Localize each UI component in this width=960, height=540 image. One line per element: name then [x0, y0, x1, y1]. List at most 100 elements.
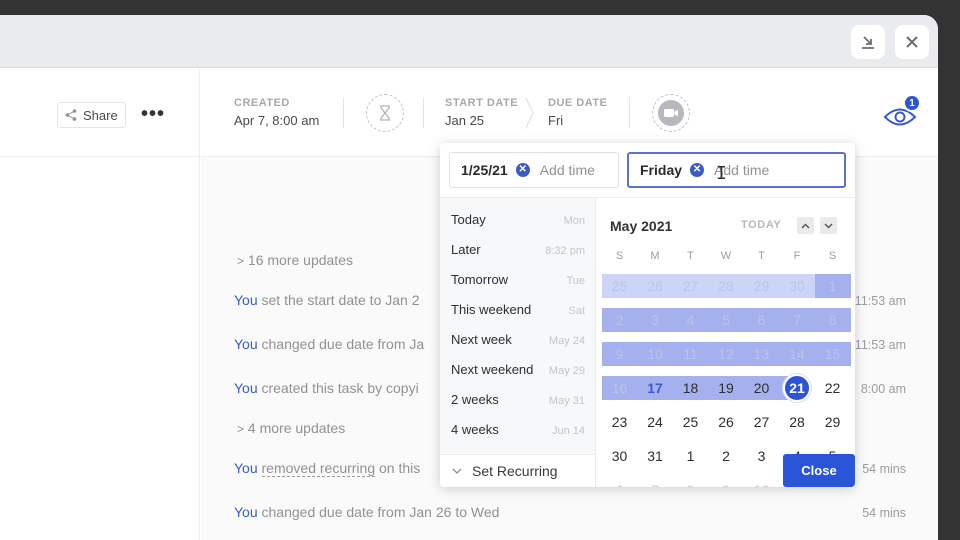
calendar-day[interactable]: 25	[673, 410, 708, 434]
set-recurring-toggle[interactable]: Set Recurring	[440, 454, 596, 487]
calendar-day[interactable]: 29	[815, 410, 850, 434]
activity-actor[interactable]: You	[234, 292, 258, 308]
calendar-day[interactable]: 21	[780, 376, 815, 400]
calendar-day[interactable]: 9	[602, 342, 637, 366]
calendar-day[interactable]: 10	[744, 478, 779, 487]
close-picker-button[interactable]: Close	[783, 454, 855, 487]
clear-due-date-icon[interactable]: ✕	[690, 163, 705, 177]
quick-option-hint: Sat	[568, 305, 585, 317]
activity-text: created this task by copyi	[257, 380, 419, 396]
quick-option[interactable]: Tomorrow Tue	[451, 272, 585, 287]
activity-actor[interactable]: You	[234, 504, 258, 520]
quick-option[interactable]: This weekend Sat	[451, 302, 585, 317]
activity-time: 54 mins	[862, 506, 906, 520]
quick-option[interactable]: 2 weeks May 31	[451, 392, 585, 407]
calendar-day[interactable]: 9	[709, 478, 744, 487]
calendar-day[interactable]: 22	[815, 376, 850, 400]
quick-option-hint: Tue	[566, 275, 585, 287]
time-tracker-button[interactable]	[366, 94, 404, 132]
calendar-day[interactable]: 12	[709, 342, 744, 366]
next-month-button[interactable]	[820, 217, 837, 234]
share-button[interactable]: Share	[57, 102, 126, 128]
calendar-day[interactable]: 31	[638, 444, 673, 468]
quick-option[interactable]: Next weekend May 29	[451, 362, 585, 377]
quick-option-hint: 8:32 pm	[545, 245, 585, 257]
activity-actor[interactable]: You	[234, 336, 258, 352]
calendar-day[interactable]: 15	[815, 342, 850, 366]
hourglass-icon	[380, 105, 390, 121]
calendar-day[interactable]: 6	[602, 478, 637, 487]
activity-link[interactable]: removed recurring	[261, 460, 376, 477]
calendar-day[interactable]: 6	[744, 308, 779, 332]
calendar-day[interactable]: 18	[673, 376, 708, 400]
quick-option-hint: Mon	[563, 215, 585, 227]
close-window-button[interactable]	[895, 25, 929, 59]
quick-option-label: This weekend	[451, 302, 532, 317]
quick-option[interactable]: Today Mon	[451, 212, 585, 227]
more-options-button[interactable]: •••	[141, 102, 165, 126]
calendar-day[interactable]: 17	[638, 376, 673, 400]
calendar-day[interactable]: 2	[709, 444, 744, 468]
calendar-day[interactable]: 14	[780, 342, 815, 366]
calendar-day[interactable]: 11	[673, 342, 708, 366]
calendar-day[interactable]: 27	[744, 410, 779, 434]
more-updates-toggle[interactable]: > 16 more updates	[237, 252, 353, 268]
start-date-value[interactable]: Jan 25	[445, 113, 484, 128]
due-date-input[interactable]: Friday ✕ Add time	[627, 152, 846, 188]
calendar-day[interactable]: 5	[709, 308, 744, 332]
due-date-value[interactable]: Fri	[548, 113, 563, 128]
calendar-day[interactable]: 26	[709, 410, 744, 434]
calendar-day[interactable]: 28	[780, 410, 815, 434]
calendar-day[interactable]: 8	[673, 478, 708, 487]
calendar-day[interactable]: 4	[673, 308, 708, 332]
video-record-button[interactable]	[652, 94, 690, 132]
calendar-day[interactable]: 3	[638, 308, 673, 332]
calendar-day[interactable]: 7	[780, 308, 815, 332]
calendar-day[interactable]: 26	[638, 274, 673, 298]
calendar-day[interactable]: 13	[744, 342, 779, 366]
calendar-day[interactable]: 24	[638, 410, 673, 434]
calendar-day[interactable]: 1	[815, 274, 850, 298]
calendar-day[interactable]: 2	[602, 308, 637, 332]
watchers-count-badge: 1	[903, 94, 921, 112]
calendar-day[interactable]: 19	[709, 376, 744, 400]
chevron-down-icon	[824, 223, 833, 228]
calendar-day[interactable]: 30	[602, 444, 637, 468]
quick-option-label: 2 weeks	[451, 392, 499, 407]
calendar-day[interactable]: 29	[744, 274, 779, 298]
calendar-day[interactable]: 30	[780, 274, 815, 298]
chevron-right-icon	[525, 97, 534, 129]
today-button[interactable]: TODAY	[741, 219, 781, 231]
calendar-day[interactable]: 3	[744, 444, 779, 468]
calendar-day[interactable]: 8	[815, 308, 850, 332]
quick-option[interactable]: Next week May 24	[451, 332, 585, 347]
calendar-day[interactable]: 1	[673, 444, 708, 468]
calendar-day[interactable]: 25	[602, 274, 637, 298]
calendar-day[interactable]: 7	[638, 478, 673, 487]
date-picker-popover: 1/25/21 ✕ Add time Friday ✕ Add time Tod…	[440, 143, 855, 487]
activity-actor[interactable]: You	[234, 380, 258, 396]
calendar-day[interactable]: 23	[602, 410, 637, 434]
calendar-day[interactable]: 16	[602, 376, 637, 400]
quick-option[interactable]: 4 weeks Jun 14	[451, 422, 585, 437]
calendar-day[interactable]: 27	[673, 274, 708, 298]
calendar-day[interactable]: 28	[709, 274, 744, 298]
minimize-button[interactable]	[851, 25, 885, 59]
quick-option-label: Next weekend	[451, 362, 534, 377]
share-label: Share	[83, 107, 118, 123]
quick-option[interactable]: Later 8:32 pm	[451, 242, 585, 257]
weekday-header: M	[650, 250, 660, 262]
start-time-placeholder[interactable]: Add time	[540, 162, 595, 178]
weekday-header: T	[758, 250, 765, 262]
activity-actor[interactable]: You	[234, 460, 258, 476]
activity-item: You removed recurring on this	[234, 460, 420, 477]
previous-month-button[interactable]	[797, 217, 814, 234]
more-updates-toggle[interactable]: > 4 more updates	[237, 420, 345, 436]
more-updates-label: 16 more updates	[247, 252, 353, 268]
start-date-input[interactable]: 1/25/21 ✕ Add time	[449, 152, 619, 188]
weekday-header: W	[720, 250, 732, 262]
clear-start-date-icon[interactable]: ✕	[515, 163, 530, 177]
calendar-day[interactable]: 20	[744, 376, 779, 400]
watchers-button[interactable]: 1	[883, 94, 923, 130]
calendar-day[interactable]: 10	[638, 342, 673, 366]
